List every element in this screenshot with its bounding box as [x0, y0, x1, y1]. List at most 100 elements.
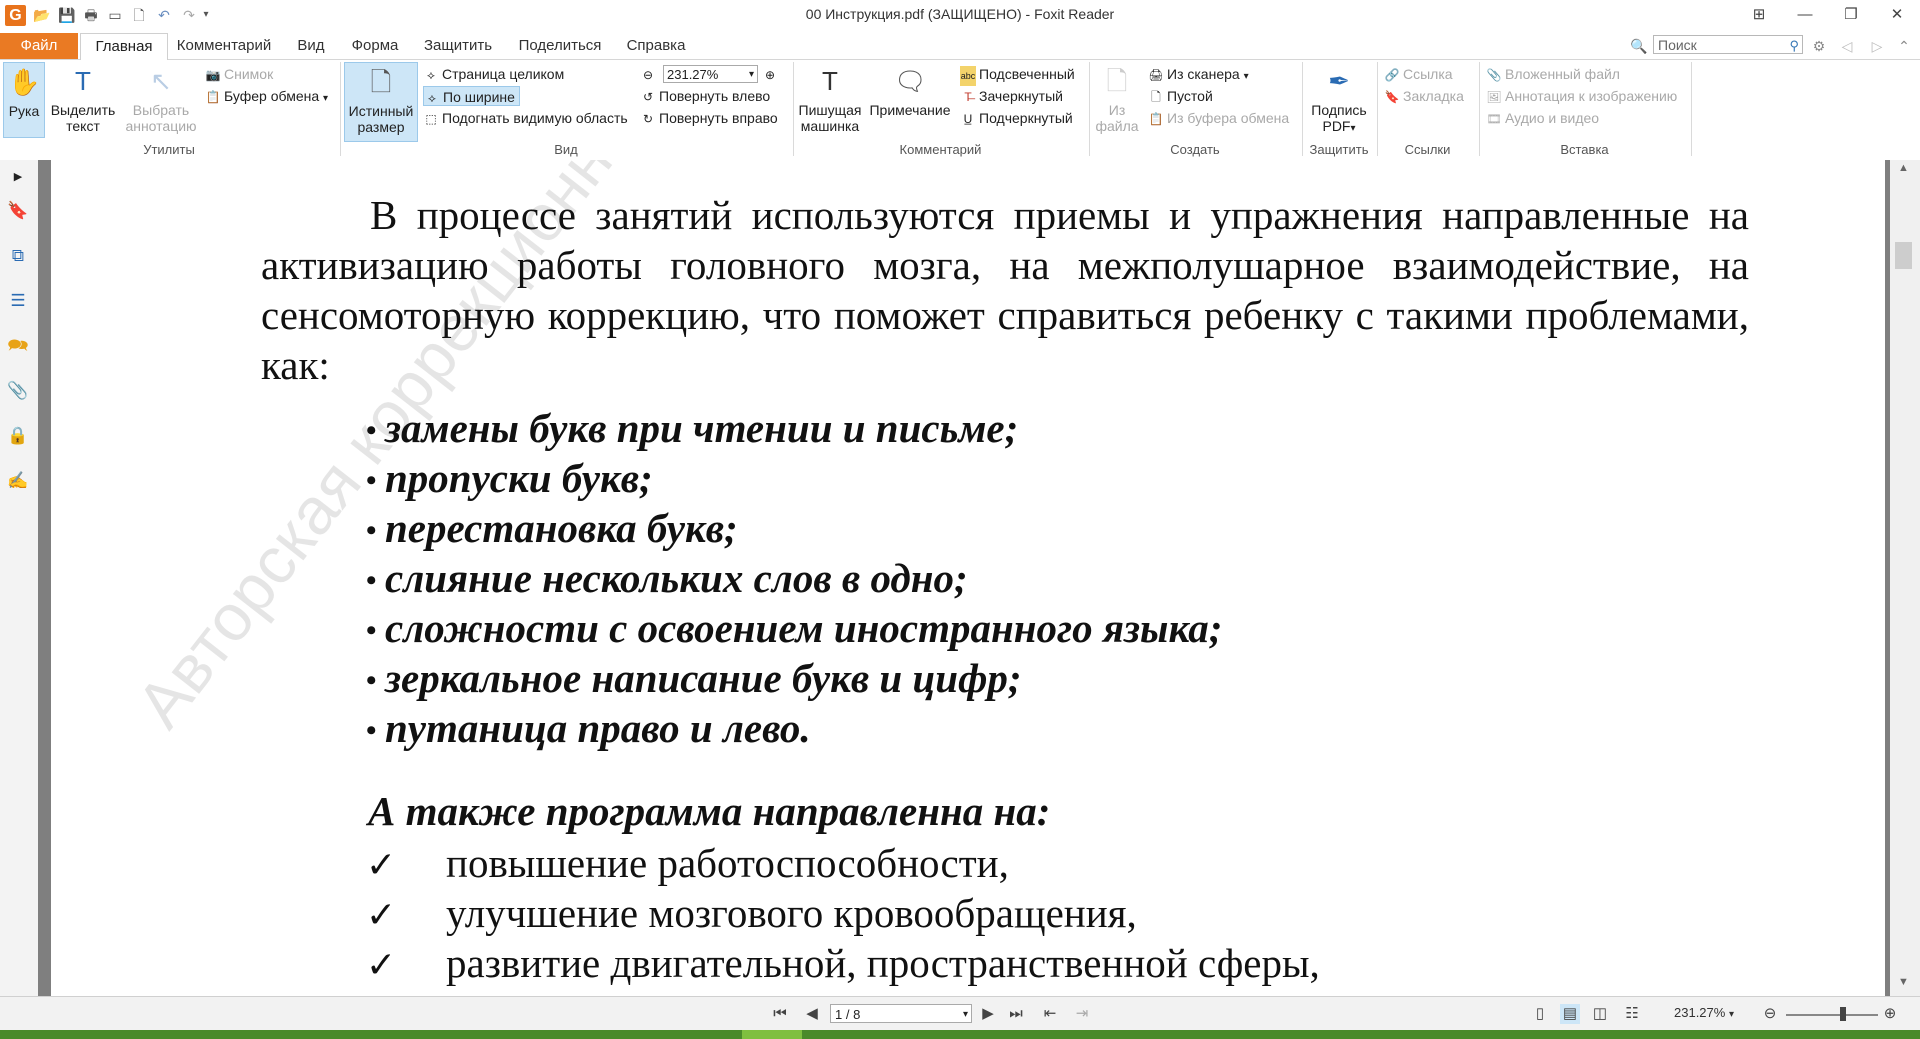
highlight-label: Подсвеченный — [979, 66, 1075, 82]
sign-pdf-button[interactable]: ✒ Подпись PDF▾ — [1306, 62, 1372, 138]
search-input[interactable]: Поиск ⚲ — [1653, 35, 1803, 54]
zoom-input[interactable]: 231.27% ▾ — [663, 65, 758, 83]
zoom-slider[interactable] — [1786, 1014, 1878, 1016]
comments-icon[interactable]: 🗪 — [7, 335, 29, 357]
fit-visible-button[interactable]: ⬚ Подогнать видимую область — [423, 108, 627, 128]
tab-home[interactable]: Главная — [80, 33, 168, 61]
list-item: ✓ повышение работоспособности, — [366, 838, 1320, 888]
new-doc-icon[interactable]: 🗋 — [130, 6, 148, 24]
audio-video-button[interactable]: 🎞 Аудио и видео — [1486, 108, 1599, 128]
page-number-input[interactable]: 1 / 8 ▾ — [830, 1004, 972, 1023]
link-button[interactable]: 🔗 Ссылка — [1384, 64, 1453, 84]
list-item: • зеркальное написание букв и цифр; — [366, 653, 1222, 703]
zoom-out-button[interactable]: ⊖ — [640, 64, 659, 84]
panel-splitter[interactable] — [38, 160, 51, 996]
continuous-facing-icon[interactable]: ☷ — [1622, 1004, 1642, 1024]
from-file-button[interactable]: 🗋 Из файла — [1094, 62, 1140, 138]
tab-comment[interactable]: Комментарий — [170, 33, 278, 59]
first-page-icon[interactable]: ⏮ — [770, 1004, 790, 1024]
scroll-up-icon[interactable]: ▲ — [1895, 162, 1912, 178]
tab-share[interactable]: Поделиться — [510, 33, 610, 59]
previous-view-icon[interactable]: ⇤ — [1040, 1004, 1060, 1024]
next-page-icon[interactable]: ▶ — [978, 1004, 998, 1024]
single-page-icon[interactable]: ▯ — [1530, 1004, 1550, 1024]
undo-icon[interactable]: ↶ — [155, 6, 173, 24]
ribbon-display-icon[interactable]: ⊞ — [1744, 3, 1774, 27]
list-item-text: пропуски букв; — [385, 455, 653, 501]
rotate-left-icon: ↺ — [642, 90, 654, 104]
scroll-thumb[interactable] — [1895, 242, 1912, 269]
hand-tool-button[interactable]: ✋ Рука — [3, 62, 45, 138]
bookmarks-icon[interactable]: 🔖 — [7, 200, 29, 222]
tab-protect[interactable]: Защитить — [418, 33, 498, 59]
attachments-icon[interactable]: 📎 — [7, 380, 29, 402]
select-text-button[interactable]: T Выделить текст — [48, 62, 118, 138]
expand-panel-icon[interactable]: ▶ — [7, 166, 29, 188]
chevron-down-icon[interactable]: ▾ — [963, 1005, 968, 1024]
minimize-icon[interactable]: — — [1790, 3, 1820, 27]
title-bar: G 📂 💾 🖶 ▭ 🗋 ↶ ↷ ▾ 00 Инструкция.pdf (ЗАЩ… — [0, 0, 1920, 31]
scroll-down-icon[interactable]: ▼ — [1895, 976, 1912, 992]
security-lock-icon[interactable]: 🔒 — [7, 425, 29, 447]
chevron-down-icon[interactable]: ▾ — [749, 66, 754, 84]
bookmark-button[interactable]: 🔖 Закладка — [1384, 86, 1464, 106]
fit-page-button[interactable]: ⟡ Страница целиком — [423, 64, 564, 84]
collapse-ribbon-icon[interactable]: ⌃ — [1895, 37, 1913, 55]
list-item: • сложности с освоением иностранного язык… — [366, 603, 1222, 653]
list-item: • замены букв при чтении и письме; — [366, 403, 1222, 453]
rotate-right-button[interactable]: ↻ Повернуть вправо — [640, 108, 778, 128]
zoom-level[interactable]: 231.27% ▾ — [1674, 1005, 1734, 1020]
blank-button[interactable]: 🗋 Пустой — [1148, 86, 1213, 106]
continuous-page-icon[interactable]: ▤ — [1560, 1004, 1580, 1024]
customize-quick-access-icon[interactable]: ▾ — [200, 6, 212, 24]
vertical-scrollbar[interactable]: ▲ ▼ — [1890, 160, 1920, 996]
select-annotation-button[interactable]: ↖ Выбрать аннотацию — [124, 62, 198, 138]
fit-width-button[interactable]: ⟡ По ширине — [423, 86, 520, 106]
previous-page-icon[interactable]: ◀ — [802, 1004, 822, 1024]
screen-icon[interactable]: ▭ — [106, 6, 124, 24]
foxit-logo-icon[interactable]: G — [5, 5, 26, 26]
print-icon[interactable]: 🖶 — [82, 6, 100, 24]
snapshot-button[interactable]: 📷 Снимок — [205, 64, 274, 84]
tab-form[interactable]: Форма — [344, 33, 406, 59]
actual-size-button[interactable]: 🗋 Истинный размер — [344, 62, 418, 142]
zoom-in-icon[interactable]: ⊕ — [1880, 1004, 1900, 1024]
attachment-button[interactable]: 📎 Вложенный файл — [1486, 64, 1620, 84]
zoom-out-icon[interactable]: ⊖ — [1760, 1004, 1780, 1024]
typewriter-button[interactable]: T Пишущая машинка — [798, 62, 862, 138]
group-label-view: Вид — [554, 142, 578, 157]
close-icon[interactable]: ✕ — [1882, 3, 1912, 27]
document-view[interactable]: Авторская коррекционно-развивающая В про… — [51, 160, 1885, 996]
signature-icon[interactable]: ✍ — [7, 470, 29, 492]
pages-icon[interactable]: ⧉ — [7, 245, 29, 267]
open-icon[interactable]: 📂 — [33, 6, 51, 24]
facing-page-icon[interactable]: ◫ — [1590, 1004, 1610, 1024]
list-item-text: развитие двигательной, пространственной … — [446, 940, 1320, 986]
layers-icon[interactable]: ☰ — [7, 290, 29, 312]
tab-view[interactable]: Вид — [290, 33, 332, 59]
zoom-in-button[interactable]: ⊕ — [762, 64, 781, 84]
from-clipboard-button[interactable]: 📋 Из буфера обмена — [1148, 108, 1290, 128]
highlight-button[interactable]: abc Подсвеченный — [960, 64, 1075, 86]
underline-button[interactable]: U̲ Подчеркнутый — [960, 108, 1073, 128]
forward-icon[interactable]: ▷ — [1868, 37, 1886, 55]
zoom-slider-handle[interactable] — [1840, 1007, 1846, 1021]
search-icon[interactable]: ⚲ — [1789, 36, 1799, 55]
next-view-icon[interactable]: ⇥ — [1072, 1004, 1092, 1024]
rotate-left-button[interactable]: ↺ Повернуть влево — [640, 86, 770, 106]
tab-file[interactable]: Файл — [0, 33, 78, 59]
find-icon[interactable]: 🔍 — [1630, 37, 1648, 55]
restore-icon[interactable]: ❐ — [1836, 3, 1866, 27]
clipboard-button[interactable]: 📋 Буфер обмена ▾ — [205, 86, 329, 106]
image-annotation-button[interactable]: 🖼 Аннотация к изображению — [1486, 86, 1677, 106]
last-page-icon[interactable]: ⏭ — [1006, 1004, 1026, 1024]
redo-icon[interactable]: ↷ — [180, 6, 198, 24]
from-scanner-button[interactable]: 🖨 Из сканера ▾ — [1148, 64, 1248, 84]
note-button[interactable]: 🗨 Примечание — [866, 62, 954, 138]
back-icon[interactable]: ◁ — [1838, 37, 1856, 55]
settings-icon[interactable]: ⚙ — [1810, 37, 1828, 55]
window-title: 00 Инструкция.pdf (ЗАЩИЩЕНО) - Foxit Rea… — [805, 6, 1115, 22]
strikeout-button[interactable]: T̶ Зачеркнутый — [960, 86, 1063, 106]
tab-help[interactable]: Справка — [622, 33, 690, 59]
save-icon[interactable]: 💾 — [58, 6, 76, 24]
